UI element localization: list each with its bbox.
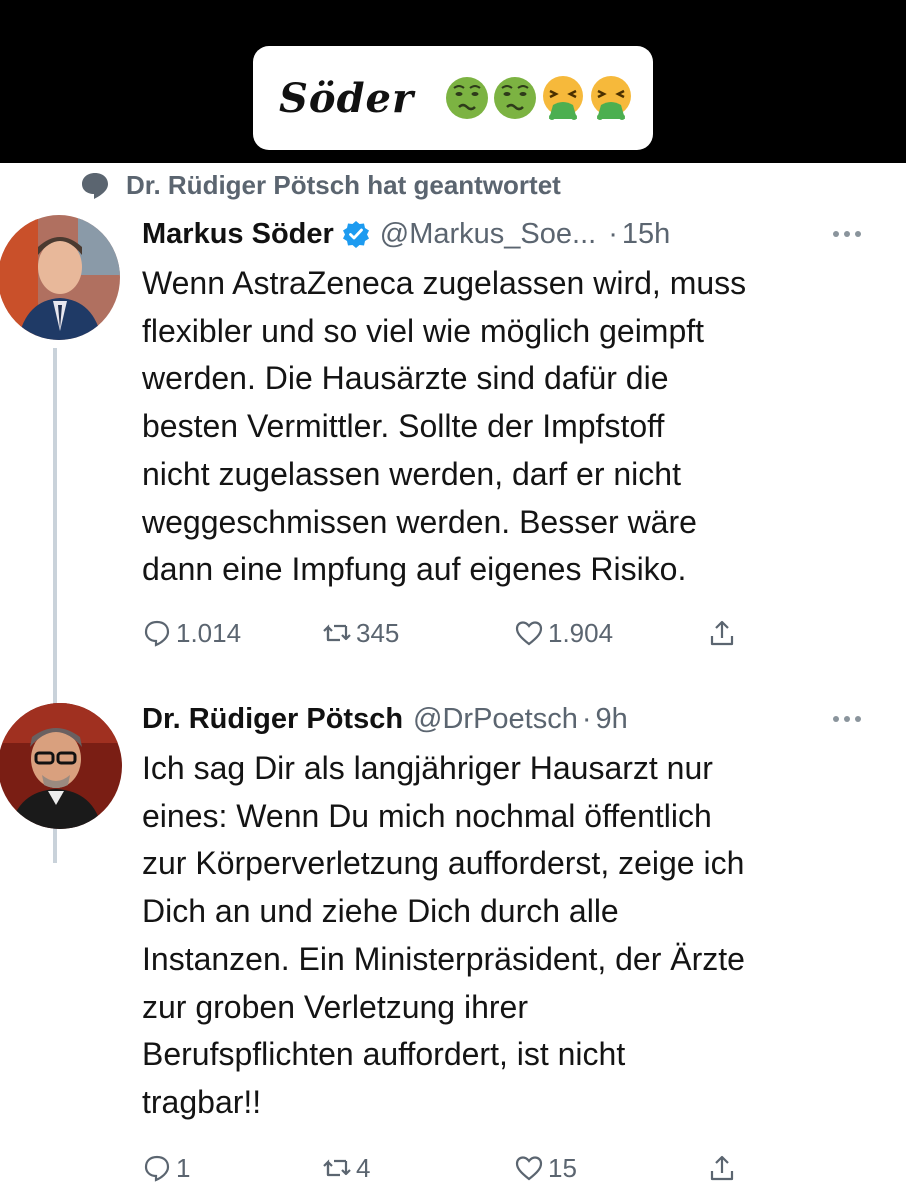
tweet-time[interactable]: 9h bbox=[596, 703, 628, 736]
tweet-line: Dich an und ziehe Dich durch alle bbox=[142, 893, 619, 930]
tweet-actions: 1.014 345 1.904 bbox=[142, 613, 882, 653]
verified-badge-icon bbox=[342, 221, 369, 248]
retweet-icon bbox=[323, 1159, 351, 1177]
reply-button[interactable]: 1 bbox=[142, 1148, 190, 1188]
tweet-line: nicht zugelassen werden, darf er nicht bbox=[142, 455, 681, 492]
tweet-line: flexibler und so viel wie möglich geimpf… bbox=[142, 312, 705, 349]
retweet-icon bbox=[323, 624, 351, 642]
tweet-line: eines: Wenn Du mich nochmal öffentlich bbox=[142, 797, 712, 834]
heart-icon bbox=[515, 1156, 543, 1181]
share-button[interactable] bbox=[707, 1148, 741, 1188]
reply-count: 1 bbox=[176, 1152, 191, 1183]
tweet-line: Wenn AstraZeneca zugelassen wird, muss bbox=[142, 265, 747, 301]
retweet-button[interactable]: 345 bbox=[322, 613, 399, 653]
reply-count: 1.014 bbox=[176, 617, 242, 648]
author-handle[interactable]: @DrPoetsch bbox=[413, 703, 578, 736]
author-handle[interactable]: @Markus_Soe... bbox=[380, 218, 596, 251]
speech-bubble-icon bbox=[82, 173, 108, 199]
tweet-line: weggeschmissen werden. Besser wäre bbox=[142, 503, 697, 540]
tweet-line: zur groben Verletzung ihrer bbox=[142, 988, 528, 1025]
tweet-thread-card: Dr. Rüdiger Pötsch hat geantwortet Marku… bbox=[0, 163, 906, 1200]
tweet-line: besten Vermittler. Sollte der Impfstoff bbox=[142, 408, 665, 445]
tweet-line: Instanzen. Ein Ministerpräsident, der Är… bbox=[142, 940, 745, 977]
nauseated-face-icon bbox=[446, 77, 489, 119]
separator-dot: · bbox=[581, 702, 592, 735]
author-name[interactable]: Markus Söder bbox=[142, 218, 334, 251]
reply-icon bbox=[144, 620, 170, 647]
separator-dot: · bbox=[608, 217, 618, 250]
vomiting-face-icon bbox=[591, 76, 632, 120]
tweet-line: Berufspflichten auffordert, ist nicht bbox=[142, 1036, 626, 1073]
like-count: 15 bbox=[548, 1152, 577, 1183]
avatar-markus-soeder[interactable] bbox=[0, 215, 120, 340]
tweet-line: zur Körperverletzung aufforderst, zeige … bbox=[142, 845, 745, 882]
tweet-header: Markus Söder @Markus_Soe... · 15h bbox=[142, 213, 882, 255]
like-button[interactable]: 1.904 bbox=[514, 613, 613, 653]
retweet-count: 345 bbox=[356, 617, 400, 648]
heart-icon bbox=[515, 621, 543, 646]
tweet-time[interactable]: 15h bbox=[622, 218, 670, 251]
share-icon bbox=[710, 620, 734, 646]
share-icon bbox=[710, 1155, 734, 1181]
retweet-count: 4 bbox=[356, 1152, 371, 1183]
more-options-button[interactable] bbox=[832, 698, 862, 740]
like-button[interactable]: 15 bbox=[514, 1148, 577, 1188]
tweet-line: werden. Die Hausärzte sind dafür die bbox=[142, 360, 669, 397]
like-count: 1.904 bbox=[548, 617, 614, 648]
share-button[interactable] bbox=[707, 613, 741, 653]
more-options-button[interactable] bbox=[832, 213, 862, 255]
emoji-row bbox=[444, 75, 634, 121]
avatar-image bbox=[0, 215, 120, 340]
avatar-ruediger-poetsch[interactable] bbox=[0, 703, 122, 829]
author-name[interactable]: Dr. Rüdiger Pötsch bbox=[142, 703, 403, 736]
reply-context: Dr. Rüdiger Pötsch hat geantwortet bbox=[80, 167, 561, 203]
tweet-markus-soeder[interactable]: Markus Söder @Markus_Soe... · 15h Wenn A… bbox=[142, 213, 882, 594]
tweet-ruediger-poetsch[interactable]: Dr. Rüdiger Pötsch @DrPoetsch · 9h Ich s… bbox=[142, 698, 882, 1127]
more-options-icon bbox=[833, 716, 861, 722]
vomiting-face-icon bbox=[543, 76, 584, 120]
tweet-actions: 1 4 15 bbox=[142, 1148, 882, 1188]
retweet-button[interactable]: 4 bbox=[322, 1148, 370, 1188]
tweet-line: tragbar!! bbox=[142, 1083, 262, 1120]
reply-context-text: Dr. Rüdiger Pötsch hat geantwortet bbox=[126, 169, 561, 200]
tweet-text: Ich sag Dir als langjähriger Hausarzt nu… bbox=[142, 745, 882, 1127]
nauseated-face-icon bbox=[494, 77, 537, 119]
reply-button[interactable]: 1.014 bbox=[142, 613, 241, 653]
reply-icon bbox=[144, 1155, 170, 1182]
caption-title: Söder bbox=[279, 74, 415, 122]
tweet-line: dann eine Impfung auf eigenes Risiko. bbox=[142, 551, 687, 588]
tweet-header: Dr. Rüdiger Pötsch @DrPoetsch · 9h bbox=[142, 698, 882, 740]
more-options-icon bbox=[833, 231, 861, 237]
top-banner: Söder bbox=[0, 0, 906, 163]
caption-sticker: Söder bbox=[253, 46, 653, 150]
tweet-line: Ich sag Dir als langjähriger Hausarzt nu… bbox=[142, 750, 713, 786]
tweet-text: Wenn AstraZeneca zugelassen wird, muss f… bbox=[142, 260, 882, 594]
avatar-image bbox=[0, 703, 122, 829]
